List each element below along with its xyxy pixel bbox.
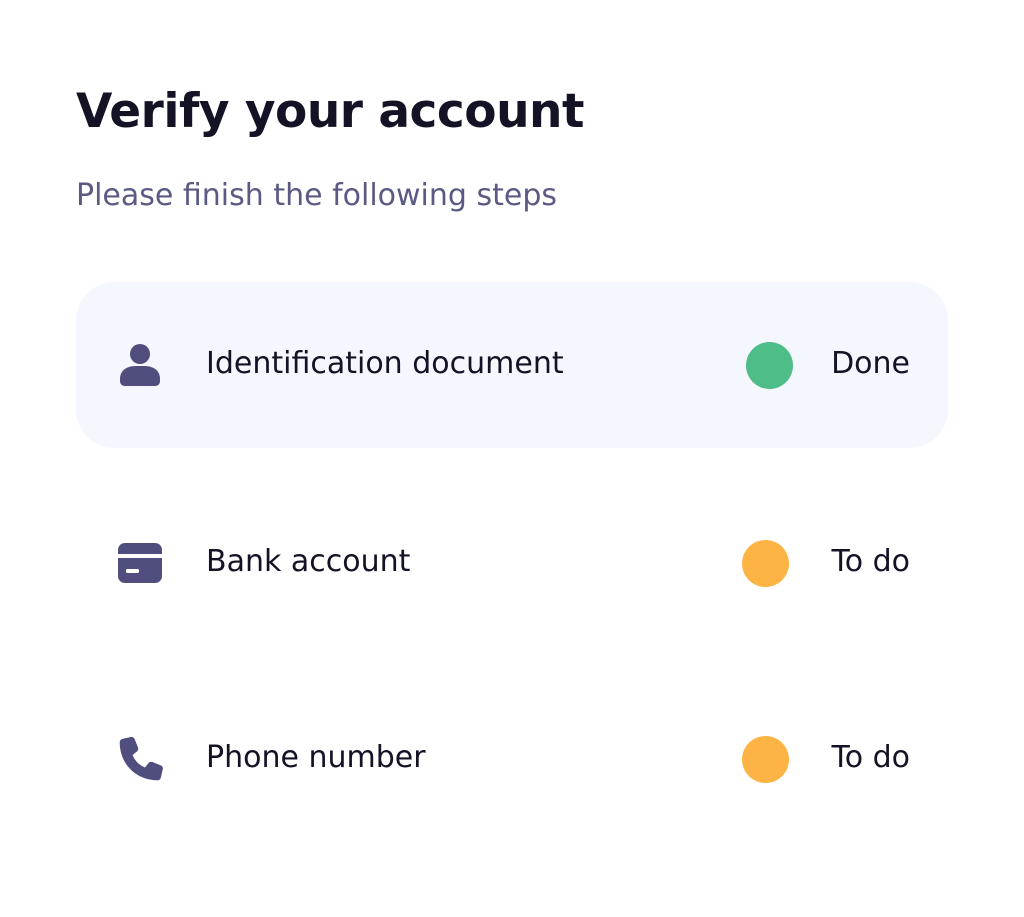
status-dot-done	[746, 342, 793, 389]
step-label: Identification document	[206, 346, 564, 381]
step-status: To do	[831, 740, 910, 775]
step-label: Phone number	[206, 740, 426, 775]
verify-account-card: Verify your account Please finish the fo…	[0, 0, 1024, 917]
status-dot-todo	[742, 736, 789, 783]
step-phone-number[interactable]: Phone number To do	[76, 676, 948, 842]
status-dot-todo	[742, 540, 789, 587]
step-status: Done	[831, 346, 910, 381]
step-identification-document[interactable]: Identification document Done	[76, 282, 948, 448]
step-bank-account[interactable]: Bank account To do	[76, 480, 948, 646]
credit-card-icon	[116, 539, 164, 587]
step-label: Bank account	[206, 544, 411, 579]
step-status: To do	[831, 544, 910, 579]
user-icon	[116, 341, 164, 389]
phone-icon	[116, 735, 164, 783]
page-title: Verify your account	[76, 84, 584, 139]
page-subtitle: Please finish the following steps	[76, 178, 558, 213]
